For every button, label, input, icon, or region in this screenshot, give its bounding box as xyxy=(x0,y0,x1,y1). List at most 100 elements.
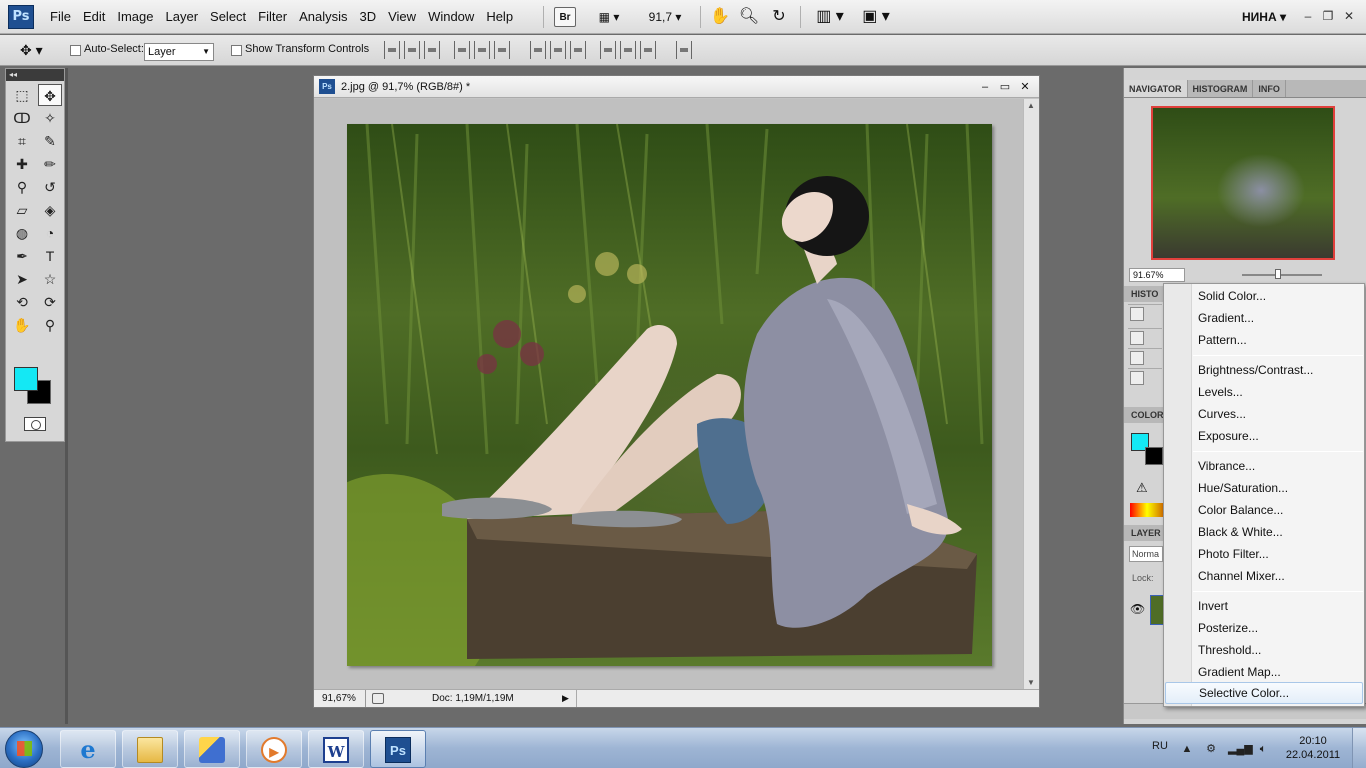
vertical-scrollbar[interactable]: ▲ ▼ xyxy=(1023,99,1039,689)
history-state-row[interactable] xyxy=(1128,368,1162,386)
color-panel-tab[interactable]: COLOR xyxy=(1124,407,1164,423)
scroll-up-icon[interactable]: ▲ xyxy=(1027,101,1035,110)
menu-view[interactable]: View xyxy=(382,0,422,34)
taskbar-photoshop[interactable]: Ps xyxy=(370,730,426,768)
menu-item-solid-color[interactable]: Solid Color... xyxy=(1197,285,1361,307)
menu-3d[interactable]: 3D xyxy=(353,0,382,34)
distribute-top-icon[interactable] xyxy=(530,41,546,59)
menu-file[interactable]: File xyxy=(44,0,77,34)
restore-icon[interactable]: ❐ xyxy=(1320,8,1336,24)
rotate-view-icon[interactable]: ↻ xyxy=(768,6,790,28)
auto-align-icon[interactable] xyxy=(676,41,692,59)
language-indicator[interactable]: RU xyxy=(1152,740,1168,752)
tools-collapse-icon[interactable]: ◂◂ xyxy=(6,69,64,81)
history-state-row[interactable] xyxy=(1128,328,1162,346)
horizontal-scrollbar[interactable] xyxy=(576,690,1022,707)
marquee-tool-icon[interactable]: ⬚ xyxy=(10,84,34,106)
menu-select[interactable]: Select xyxy=(204,0,252,34)
eyedropper-tool-icon[interactable]: ✎ xyxy=(38,130,62,152)
navigator-zoom-field[interactable]: 91.67% xyxy=(1129,268,1185,282)
align-top-icon[interactable] xyxy=(384,41,400,59)
history-brush-tool-icon[interactable]: ↺ xyxy=(38,176,62,198)
dodge-tool-icon[interactable]: ◔ xyxy=(38,222,62,244)
history-snapshot-row[interactable] xyxy=(1128,304,1162,322)
shape-tool-icon[interactable]: ☆ xyxy=(38,268,62,290)
menu-help[interactable]: Help xyxy=(480,0,519,34)
scroll-down-icon[interactable]: ▼ xyxy=(1027,678,1035,687)
menu-item-gradient-map[interactable]: Gradient Map... xyxy=(1197,661,1361,683)
screen-mode-icon[interactable]: ▣ ▾ xyxy=(858,6,894,28)
tray-expand-icon[interactable]: ▲ xyxy=(1180,742,1194,756)
healing-brush-tool-icon[interactable]: ✚ xyxy=(10,153,34,175)
3d-orbit-tool-icon[interactable]: ⟳ xyxy=(38,291,62,313)
brush-tool-icon[interactable]: ✏ xyxy=(38,153,62,175)
menu-layer[interactable]: Layer xyxy=(160,0,205,34)
distribute-vcenter-icon[interactable] xyxy=(550,41,566,59)
canvas-area[interactable] xyxy=(314,99,1024,689)
menu-item-curves[interactable]: Curves... xyxy=(1197,403,1361,425)
3d-rotate-tool-icon[interactable]: ⟲ xyxy=(10,291,34,313)
close-icon[interactable]: ✕ xyxy=(1341,8,1357,24)
align-hcenter-icon[interactable] xyxy=(474,41,490,59)
menu-item-black-white[interactable]: Black & White... xyxy=(1197,521,1361,543)
menu-item-threshold[interactable]: Threshold... xyxy=(1197,639,1361,661)
align-bottom-icon[interactable] xyxy=(424,41,440,59)
menu-filter[interactable]: Filter xyxy=(252,0,293,34)
menu-item-pattern[interactable]: Pattern... xyxy=(1197,329,1361,351)
show-transform-checkbox[interactable] xyxy=(231,45,242,56)
zoom-level-dropdown[interactable]: 91,7 ▾ xyxy=(640,7,690,27)
menu-item-color-balance[interactable]: Color Balance... xyxy=(1197,499,1361,521)
menu-item-invert[interactable]: Invert xyxy=(1197,595,1361,617)
quick-mask-icon[interactable] xyxy=(24,417,46,431)
auto-select-dropdown[interactable]: Layer ▼ xyxy=(144,43,214,61)
color-spectrum-bar[interactable] xyxy=(1130,503,1164,517)
type-tool-icon[interactable]: T xyxy=(38,245,62,267)
menu-item-selective-color[interactable]: Selective Color... xyxy=(1165,682,1363,704)
tray-app-icon[interactable]: ⚙ xyxy=(1204,742,1218,756)
doc-restore-icon[interactable]: ▭ xyxy=(997,79,1013,95)
menu-item-hue-saturation[interactable]: Hue/Saturation... xyxy=(1197,477,1361,499)
pen-tool-icon[interactable]: ✒ xyxy=(10,245,34,267)
show-desktop-button[interactable] xyxy=(1352,728,1366,768)
navigator-zoom-slider[interactable] xyxy=(1242,274,1322,276)
tab-histogram[interactable]: HISTOGRAM xyxy=(1188,80,1254,97)
volume-icon[interactable]: 🔈︎ xyxy=(1256,742,1270,756)
doc-close-icon[interactable]: ✕ xyxy=(1017,79,1033,95)
taskbar-word[interactable]: W xyxy=(308,730,364,768)
layer-visibility-eye-icon[interactable]: 👁︎ xyxy=(1130,602,1145,616)
path-selection-tool-icon[interactable]: ➤ xyxy=(10,268,34,290)
menu-item-channel-mixer[interactable]: Channel Mixer... xyxy=(1197,565,1361,587)
tab-info[interactable]: INFO xyxy=(1253,80,1286,97)
taskbar-mail[interactable] xyxy=(184,730,240,768)
align-left-icon[interactable] xyxy=(454,41,470,59)
paint-bucket-tool-icon[interactable]: ◈ xyxy=(38,199,62,221)
blend-mode-dropdown[interactable]: Norma xyxy=(1129,546,1163,562)
menu-item-exposure[interactable]: Exposure... xyxy=(1197,425,1361,447)
navigator-thumbnail[interactable] xyxy=(1151,106,1335,260)
magic-wand-tool-icon[interactable]: ✧ xyxy=(38,107,62,129)
photo-canvas[interactable] xyxy=(347,124,992,666)
blur-tool-icon[interactable]: ◍ xyxy=(10,222,34,244)
move-tool-icon[interactable]: ✥ xyxy=(38,84,62,106)
zoom-tool-icon[interactable]: ⚲ xyxy=(38,314,62,336)
navigator-slider-knob[interactable] xyxy=(1275,269,1281,279)
menu-item-gradient[interactable]: Gradient... xyxy=(1197,307,1361,329)
menu-item-levels[interactable]: Levels... xyxy=(1197,381,1361,403)
taskbar-windows-explorer[interactable] xyxy=(122,730,178,768)
menu-item-posterize[interactable]: Posterize... xyxy=(1197,617,1361,639)
foreground-color-swatch[interactable] xyxy=(14,367,38,391)
align-vcenter-icon[interactable] xyxy=(404,41,420,59)
status-menu-arrow-icon[interactable]: ▶ xyxy=(562,692,572,704)
document-title-bar[interactable]: Ps 2.jpg @ 91,7% (RGB/8#) * ‒ ▭ ✕ xyxy=(314,76,1039,98)
color-panel-background-swatch[interactable] xyxy=(1145,447,1163,465)
distribute-right-icon[interactable] xyxy=(640,41,656,59)
distribute-hcenter-icon[interactable] xyxy=(620,41,636,59)
menu-image[interactable]: Image xyxy=(111,0,159,34)
distribute-left-icon[interactable] xyxy=(600,41,616,59)
eraser-tool-icon[interactable]: ▱ xyxy=(10,199,34,221)
start-button[interactable] xyxy=(5,730,43,768)
lasso-tool-icon[interactable]: ↀ xyxy=(10,107,34,129)
crop-tool-icon[interactable]: ⌗ xyxy=(10,130,34,152)
taskbar-media-player[interactable]: ▶ xyxy=(246,730,302,768)
minimize-icon[interactable]: ‒ xyxy=(1300,8,1316,24)
